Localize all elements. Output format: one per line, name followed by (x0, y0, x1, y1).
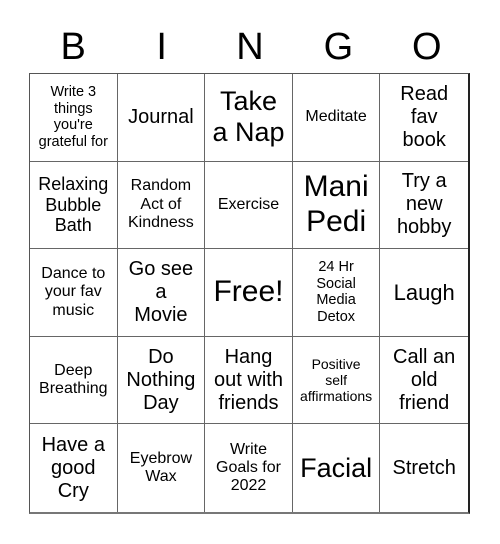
bingo-cell[interactable]: Deep Breathing (30, 336, 118, 425)
cell-text: Write Goals for 2022 (216, 440, 281, 495)
bingo-cell[interactable]: 24 Hr Social Media Detox (292, 249, 381, 337)
bingo-header: B I N G O (29, 22, 471, 72)
cell-text: Call an old friend (393, 345, 456, 414)
cell-text: Go see a Movie (128, 257, 194, 326)
cell-text: Have a good Cry (41, 433, 105, 502)
header-letter-o: O (412, 26, 442, 68)
bingo-cell[interactable]: Stretch (380, 424, 468, 512)
header-letter-n: N (236, 26, 264, 68)
bingo-cell[interactable]: Facial (293, 424, 381, 512)
free-space[interactable]: Free! (205, 249, 293, 337)
bingo-cell[interactable]: Exercise (205, 161, 293, 250)
cell-text: Laugh (393, 279, 455, 305)
cell-text: Dance to your fav music (41, 264, 106, 319)
bingo-cell[interactable]: Relaxing Bubble Bath (30, 161, 118, 250)
cell-text: Exercise (217, 195, 280, 213)
bingo-cell[interactable]: Dance to your fav music (30, 249, 118, 337)
bingo-cell[interactable]: Eyebrow Wax (118, 424, 206, 512)
cell-text: Write 3 things you're grateful for (38, 83, 108, 150)
bingo-cell[interactable]: Write Goals for 2022 (205, 424, 293, 512)
cell-text: 24 Hr Social Media Detox (316, 259, 356, 326)
bingo-cell[interactable]: Call an old friend (380, 337, 468, 425)
bingo-cell[interactable]: Read fav book (380, 74, 468, 162)
header-letter-g: G (323, 26, 354, 68)
bingo-cell[interactable]: Laugh (380, 249, 468, 337)
bingo-cell[interactable]: Try a new hobby (380, 162, 468, 250)
cell-text: Facial (300, 452, 373, 483)
bingo-cell[interactable]: Take a Nap (205, 74, 293, 162)
cell-text: Meditate (305, 108, 367, 126)
cell-text: Free! (213, 275, 284, 309)
cell-text: Read fav book (400, 82, 449, 151)
cell-text: Eyebrow Wax (129, 449, 193, 486)
bingo-grid: Write 3 things you're grateful for Journ… (29, 73, 470, 514)
bingo-cell[interactable]: Positive self affirmations (292, 336, 381, 425)
bingo-cell[interactable]: Journal (117, 74, 206, 162)
cell-text: Deep Breathing (39, 361, 108, 398)
bingo-cell[interactable]: Do Nothing Day (117, 336, 206, 425)
bingo-cell[interactable]: Have a good Cry (30, 424, 118, 512)
bingo-cell[interactable]: Meditate (292, 74, 381, 162)
cell-text: Relaxing Bubble Bath (38, 173, 109, 236)
cell-text: Positive self affirmations (300, 355, 373, 405)
header-letter-b: B (60, 26, 86, 68)
cell-text: Take a Nap (212, 86, 285, 148)
cell-text: Do Nothing Day (126, 345, 196, 414)
header-letter-i: I (156, 26, 167, 68)
bingo-cell[interactable]: Write 3 things you're grateful for (30, 74, 118, 162)
cell-text: Journal (128, 105, 194, 128)
cell-text: Mani Pedi (303, 170, 369, 238)
cell-text: Stretch (392, 456, 456, 479)
bingo-cell[interactable]: Go see a Movie (117, 249, 206, 337)
cell-text: Hang out with friends (214, 345, 283, 414)
cell-text: Random Act of Kindness (127, 177, 194, 232)
bingo-cell[interactable]: Mani Pedi (292, 161, 381, 250)
bingo-cell[interactable]: Hang out with friends (205, 336, 293, 425)
bingo-cell[interactable]: Random Act of Kindness (117, 161, 206, 250)
cell-text: Try a new hobby (396, 170, 452, 239)
